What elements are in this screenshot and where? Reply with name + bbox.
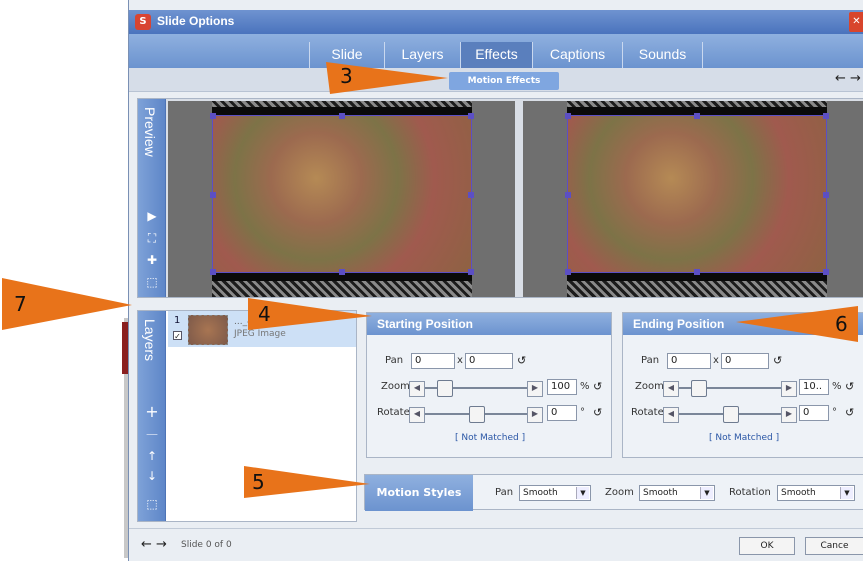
annotation-label-7: 7	[14, 292, 27, 316]
annotation-overlay	[2, 62, 858, 498]
annotation-label-4: 4	[258, 302, 271, 326]
annotation-label-5: 5	[252, 470, 265, 494]
annotation-label-6: 6	[835, 312, 848, 336]
annotation-label-3: 3	[340, 64, 353, 88]
